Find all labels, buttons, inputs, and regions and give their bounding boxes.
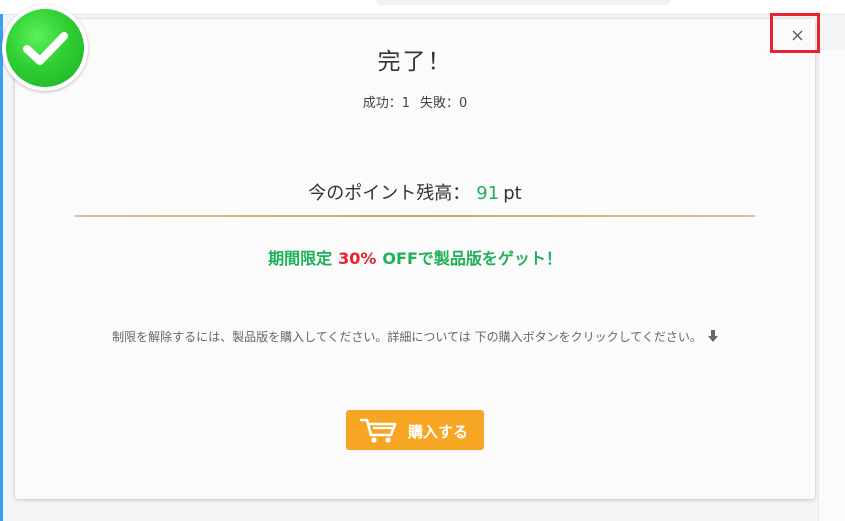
dialog-title: 完了！ (377, 49, 453, 75)
failure-count: 失敗：0 (420, 96, 468, 111)
promo-prefix: 期間限定 (268, 249, 333, 268)
close-button[interactable] (770, 13, 820, 53)
cart-icon (360, 418, 397, 443)
hint-text: 制限を解除するには、製品版を購入してください。詳細については 下の購入ボタンをク… (112, 330, 702, 344)
success-check-icon (2, 5, 88, 91)
points-value: 91 (476, 183, 500, 204)
points-unit: pt (503, 183, 522, 204)
points-balance: 今のポイント残高： 91 pt (15, 179, 815, 205)
buy-button-label: 購入する (408, 423, 469, 441)
search-bar-edge (376, 0, 670, 5)
success-count: 成功：1 (362, 96, 410, 111)
arrow-down-icon (707, 330, 718, 345)
left-accent-strip (0, 14, 3, 521)
gold-divider (75, 215, 755, 217)
check-icon (23, 32, 68, 65)
close-icon (792, 30, 803, 41)
right-side-panel (818, 50, 845, 521)
promo-percent: 30% (338, 249, 377, 268)
result-summary: 成功：1 失敗：0 (15, 92, 815, 111)
purchase-hint: 制限を解除するには、製品版を購入してください。詳細については 下の購入ボタンをク… (15, 328, 815, 345)
check-circle (6, 9, 84, 87)
completion-dialog: 完了！ 成功：1 失敗：0 今のポイント残高： 91 pt 期間限定 30% OFFで製品… (15, 19, 815, 499)
promo-banner: 期間限定 30% OFFで製品版をゲット！ (15, 245, 815, 269)
buy-button[interactable]: 購入する (346, 410, 484, 450)
points-label: 今のポイント残高： (308, 183, 471, 204)
promo-suffix: OFFで製品版をゲット！ (382, 249, 562, 268)
